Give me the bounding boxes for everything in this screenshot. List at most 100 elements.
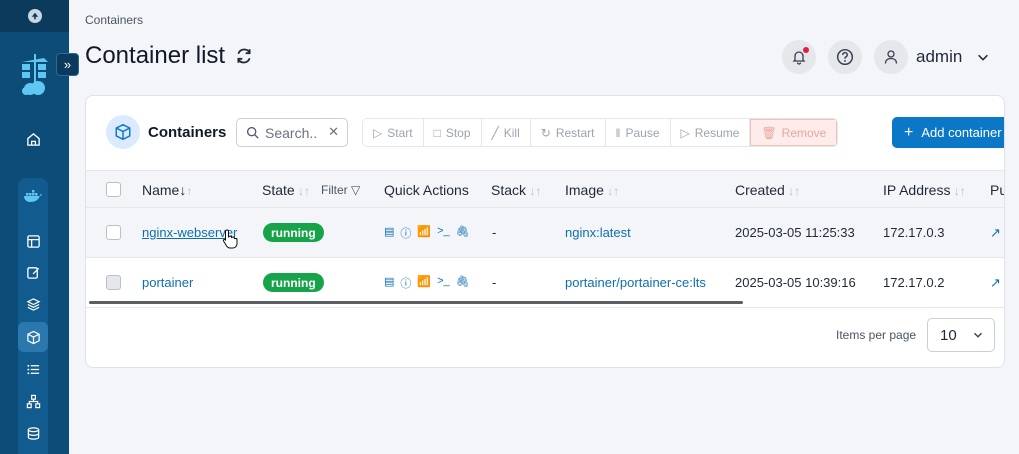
expand-sidebar-button[interactable]: » [56,53,79,76]
resume-icon: ▷ [680,125,690,140]
help-icon [836,48,854,66]
inspect-icon[interactable]: ⓘ [400,225,411,241]
stats-icon[interactable]: 📶 [417,275,431,291]
user-menu[interactable]: admin [874,40,990,74]
help-button[interactable] [828,40,862,74]
external-link-icon[interactable]: ↗ [990,225,1001,241]
chevron-down-icon [974,332,982,338]
column-name[interactable]: Name↓↑ [142,182,192,198]
docker-icon[interactable] [18,181,48,211]
row-checkbox[interactable] [106,225,121,240]
stack-value: - [492,275,497,290]
created-value: 2025-03-05 10:39:16 [735,275,856,290]
search-input[interactable]: Search.. ✕ [236,118,348,147]
pause-label: Pause [625,125,660,140]
stop-label: Stop [445,125,471,140]
search-placeholder: Search.. [265,124,318,141]
quick-actions: ▤ ⓘ 📶 >_ 🖇 [384,275,470,291]
status-badge: running [263,223,324,242]
resume-button[interactable]: ▷ Resume [670,119,751,146]
stop-icon: □ [433,125,441,140]
pause-icon: ‖ [615,125,621,140]
templates-icon[interactable] [18,257,48,287]
images-list-icon[interactable] [18,354,48,384]
page-title-text: Container list [85,42,226,69]
notifications-button[interactable] [782,40,816,74]
sort-icon: ↓↑ [784,184,801,198]
card-header: Containers Search.. ✕ ▷ Start □ Stop ╱ Kill… [86,96,1004,170]
container-name-link[interactable]: portainer [142,275,193,290]
page-title: Container list [85,42,253,70]
column-ip-address[interactable]: IP Address ↓↑ [883,182,966,198]
column-image[interactable]: Image ↓↑ [565,182,619,198]
stop-button[interactable]: □ Stop [423,119,482,146]
horizontal-scrollbar[interactable] [89,301,743,304]
sidebar: » [0,0,79,454]
sort-icon: ↓↑ [950,184,966,198]
portainer-logo[interactable] [18,52,52,98]
select-all-checkbox[interactable] [106,182,121,197]
notification-dot [803,47,809,53]
sort-icon: ↑ [186,184,193,198]
image-link[interactable]: nginx:latest [565,225,631,240]
user-avatar-icon [874,40,908,74]
console-icon[interactable]: >_ [437,225,450,241]
pause-button[interactable]: ‖ Pause [605,119,671,146]
start-label: Start [387,125,413,140]
quick-actions: ▤ ⓘ 📶 >_ 🖇 [384,225,470,241]
add-container-button[interactable]: + Add container [892,117,1004,148]
column-ports[interactable]: Pu [990,182,1004,198]
sort-icon: ↓↑ [294,184,311,198]
filter-label: Filter [321,183,348,197]
plus-icon: + [904,123,914,141]
items-per-page-select[interactable]: 10 [927,318,995,352]
dashboard-icon[interactable] [18,226,48,256]
home-icon[interactable] [18,124,48,154]
column-state[interactable]: State ↓↑ [262,182,310,198]
upload-icon[interactable] [27,9,42,23]
card-title: Containers [148,124,227,141]
restart-button[interactable]: ↻ Restart [530,119,606,146]
breadcrumb[interactable]: Containers [85,13,143,27]
status-badge: running [263,273,324,292]
start-button[interactable]: ▷ Start [363,119,424,146]
play-icon: ▷ [373,125,383,140]
column-stack-label: Stack [491,182,527,198]
ip-value: 172.17.0.2 [883,275,945,290]
ip-value: 172.17.0.3 [883,225,945,240]
kill-label: Kill [503,125,520,140]
stacks-icon[interactable] [18,289,48,319]
column-stack[interactable]: Stack ↓↑ [491,182,541,198]
external-link-icon[interactable]: ↗ [990,275,1001,291]
inspect-icon[interactable]: ⓘ [400,275,411,291]
clear-search-icon[interactable]: ✕ [328,124,339,140]
restart-icon: ↻ [540,125,551,140]
add-container-label: Add container [921,125,1002,140]
kill-button[interactable]: ╱ Kill [481,119,531,146]
image-link[interactable]: portainer/portainer-ce:lts [565,275,706,290]
remove-button[interactable]: 🗑 Remove [750,119,838,146]
attach-icon[interactable]: 🖇 [456,275,470,291]
stats-icon[interactable]: 📶 [417,225,431,241]
column-name-label: Name [142,182,180,198]
state-filter-button[interactable]: Filter ▽ [321,183,360,197]
items-per-page-label: Items per page [836,328,917,342]
logs-icon[interactable]: ▤ [384,225,394,241]
row-checkbox[interactable] [106,275,121,290]
cube-icon [106,115,140,149]
items-per-page-value: 10 [940,326,957,344]
networks-icon[interactable] [18,386,48,416]
volumes-icon[interactable] [18,418,48,448]
containers-icon[interactable] [18,322,48,352]
logs-icon[interactable]: ▤ [384,275,394,291]
stack-value: - [492,225,497,240]
column-created[interactable]: Created ↓↑ [735,182,800,198]
chevron-down-icon [978,54,989,61]
container-actions: ▷ Start □ Stop ╱ Kill ↻ Restart ‖ Pause ▷ Resu… [362,118,839,147]
console-icon[interactable]: >_ [437,275,450,291]
trash-icon: 🗑 [761,125,777,140]
created-value: 2025-03-05 11:25:33 [735,225,855,240]
refresh-icon[interactable] [235,47,253,65]
username: admin [916,47,963,66]
attach-icon[interactable]: 🖇 [456,225,470,241]
